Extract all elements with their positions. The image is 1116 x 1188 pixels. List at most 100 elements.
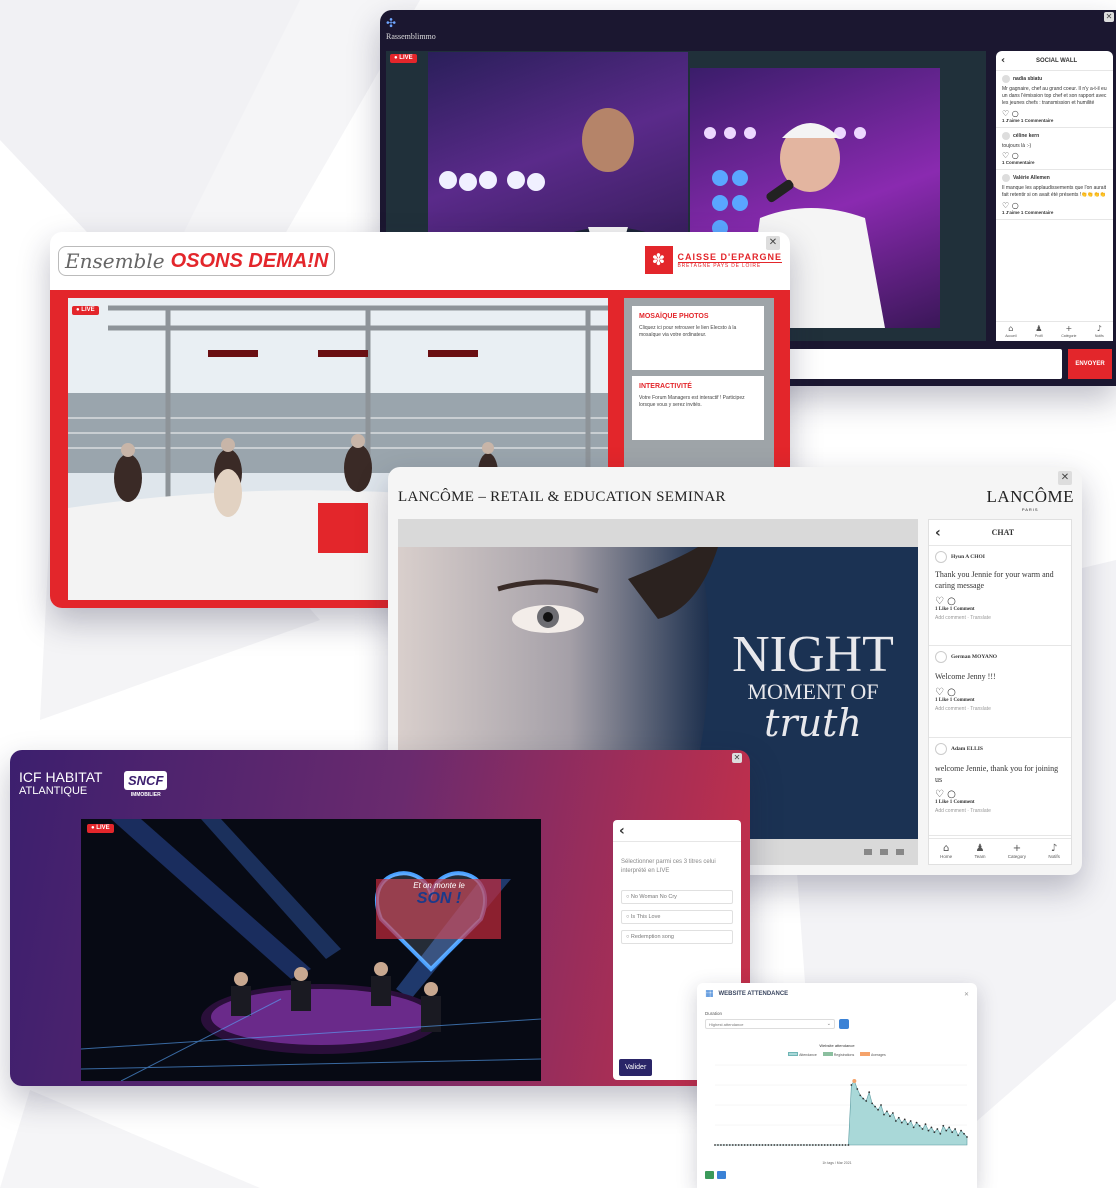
data-point [797, 1144, 799, 1146]
data-point [835, 1144, 838, 1146]
chat-navbar: ⌂ Home ♟ Team + Category ♪ Notifs [929, 838, 1071, 864]
event-title: LANCÔME – RETAIL & EDUCATION SEMINAR [398, 489, 726, 505]
data-point [785, 1144, 788, 1146]
data-point [770, 1144, 773, 1146]
data-point [906, 1123, 909, 1126]
poll-option[interactable]: ○ Redemption song [621, 930, 733, 944]
data-point [761, 1144, 764, 1146]
data-point [714, 1144, 716, 1146]
data-point [826, 1144, 829, 1146]
poll-option[interactable]: ○ No Woman No Cry [621, 890, 733, 904]
data-point [791, 1144, 793, 1146]
panel-mosaique[interactable]: MOSAÏQUE PHOTOS Cliquez ici pour retrouv… [632, 306, 764, 370]
data-point [767, 1144, 770, 1146]
data-point [957, 1134, 960, 1137]
nav-category[interactable]: + Category [1008, 843, 1026, 860]
nav-notifs[interactable]: ♪ Notifs [1095, 324, 1104, 339]
like-comment-icons[interactable]: ♡ ○ [1002, 109, 1107, 118]
panel-interactivite[interactable]: INTERACTIVITÉ Votre Forum Managers est i… [632, 376, 764, 440]
data-point [725, 1144, 728, 1146]
filter-apply-button[interactable] [839, 1019, 849, 1029]
user-icon: ♟ [975, 843, 985, 854]
data-point [734, 1144, 737, 1146]
nav-category[interactable]: + Catégorie [1061, 324, 1076, 339]
dashboard-icon: ▦ [705, 989, 714, 999]
data-point [743, 1144, 746, 1146]
send-button[interactable]: ENVOYER [1068, 349, 1112, 379]
data-point [737, 1144, 740, 1146]
legend-attendance[interactable]: Attendance [788, 1052, 817, 1057]
nav-home[interactable]: ⌂ Accueil [1005, 324, 1016, 339]
nav-profile[interactable]: ♟ Profil [1035, 324, 1043, 339]
avatar [1002, 75, 1010, 83]
data-point [963, 1132, 965, 1135]
data-point [847, 1144, 850, 1146]
lancome-logo: LANCÔME PARIS [986, 487, 1074, 512]
data-point [752, 1144, 755, 1146]
close-icon[interactable]: ✕ [964, 991, 969, 998]
like-comment-icons[interactable]: ♡ ○ [1002, 201, 1107, 210]
data-point [764, 1144, 767, 1146]
data-point [891, 1112, 894, 1114]
legend-registrations[interactable]: Registrations [822, 1052, 854, 1057]
icf-habitat-window: ✕ ICF HABITAT ATLANTIQUE SNCF IMMOBILIER… [10, 750, 750, 1086]
data-point [728, 1144, 731, 1146]
data-point [722, 1144, 725, 1146]
data-point [720, 1144, 722, 1146]
wall-title: SOCIAL WALL [1035, 57, 1078, 64]
poll-question: Sélectionner parmi ces 3 titres celui in… [621, 859, 716, 874]
data-point [803, 1144, 805, 1146]
back-arrow-icon[interactable]: ‹ [619, 823, 625, 839]
icf-logo: ICF HABITAT ATLANTIQUE [19, 769, 103, 797]
data-point [862, 1097, 865, 1100]
poll-submit-button[interactable]: Valider [619, 1059, 653, 1076]
data-point [773, 1144, 776, 1146]
chevron-down-icon: ⌄ [826, 1021, 831, 1027]
social-wall: ‹ SOCIAL WALL nadia sbiatu Mr gagnaire, … [996, 51, 1113, 341]
data-point [800, 1144, 802, 1146]
bell-icon: ♪ [1050, 843, 1058, 854]
data-point [779, 1144, 782, 1146]
home-icon: ⌂ [1008, 324, 1014, 333]
print-button[interactable] [717, 1171, 726, 1179]
data-point [868, 1091, 871, 1094]
export-button[interactable] [705, 1171, 714, 1179]
data-point [859, 1094, 862, 1097]
data-point [820, 1144, 823, 1146]
nav-team[interactable]: ♟ Team [974, 843, 985, 860]
wall-post: nadia sbiatu Mr gagnaire, chef au grand … [996, 71, 1113, 128]
close-button[interactable]: ✕ [732, 753, 742, 763]
close-button[interactable]: ✕ [1058, 471, 1072, 485]
chart-title: Website attendance [819, 1043, 855, 1048]
nav-home[interactable]: ⌂ Home [940, 843, 952, 860]
like-comment-icons[interactable]: ♡ ○ [935, 687, 1065, 698]
data-point [948, 1126, 951, 1129]
chat-panel: ‹ CHAT Hyun A CHOI Thank you Jennie for … [928, 519, 1072, 865]
website-attendance-window: ▦ WEBSITE ATTENDANCE ✕ Duration Highest … [697, 983, 977, 1188]
like-comment-icons[interactable]: ♡ ○ [935, 789, 1065, 800]
data-point [865, 1100, 868, 1102]
data-point [850, 1084, 853, 1086]
data-point [933, 1131, 936, 1134]
filter-select[interactable]: Highest attendance ⌄ [705, 1019, 835, 1029]
data-point [794, 1144, 796, 1146]
data-point [856, 1088, 859, 1090]
poll-option[interactable]: ○ Is This Love [621, 910, 733, 924]
data-point [927, 1129, 930, 1132]
avatar [935, 551, 947, 563]
chat-message: Hyun A CHOI Thank you Jennie for your wa… [929, 546, 1071, 646]
data-point [897, 1116, 900, 1119]
avatar [935, 743, 947, 755]
data-point [874, 1105, 876, 1108]
chat-message: Adam ELLIS welcome Jennie, thank you for… [929, 738, 1071, 836]
sncf-logo: SNCF IMMOBILIER [124, 771, 168, 798]
close-button[interactable]: ✕ [1104, 12, 1114, 22]
data-point [900, 1121, 903, 1124]
like-comment-icons[interactable]: ♡ ○ [935, 596, 1065, 607]
series-attendance-area [715, 1080, 968, 1146]
like-comment-icons[interactable]: ♡ ○ [1002, 151, 1107, 160]
data-point [731, 1144, 734, 1146]
legend-averages[interactable]: Averages [860, 1052, 886, 1057]
nav-notifs[interactable]: ♪ Notifs [1048, 843, 1060, 860]
bell-icon: ♪ [1096, 324, 1102, 333]
